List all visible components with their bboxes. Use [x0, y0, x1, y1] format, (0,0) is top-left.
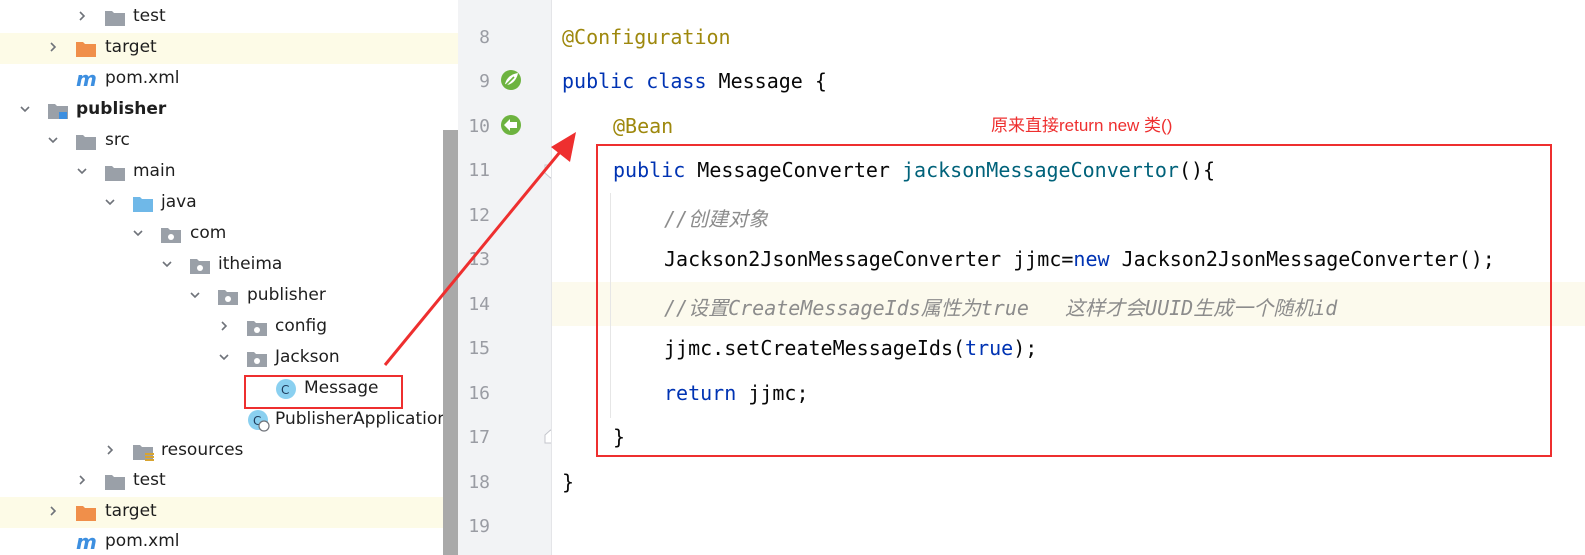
annotation-arrow-icon: [383, 132, 576, 366]
